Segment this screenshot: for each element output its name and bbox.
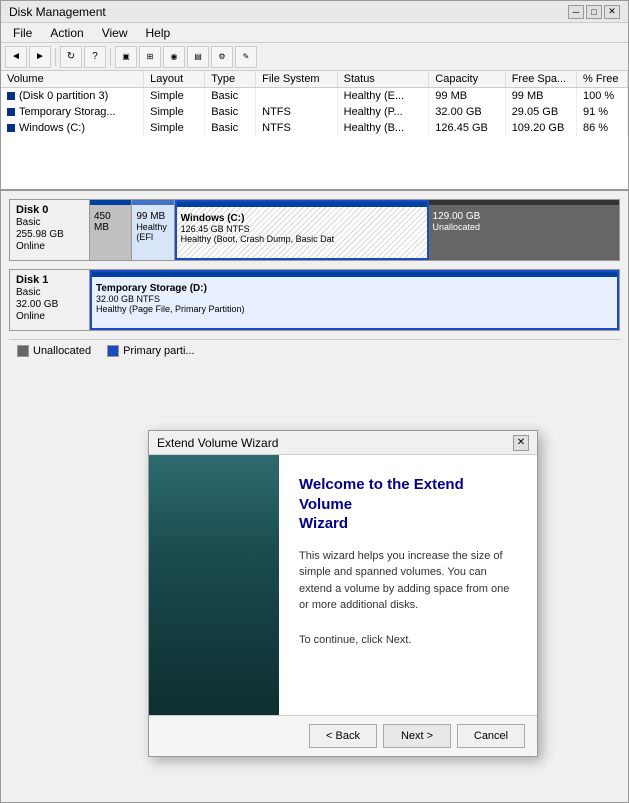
partition-1-0-size: 32.00 GB NTFS [96,294,613,304]
legend-unallocated: Unallocated [17,345,91,357]
dialog-sidebar [149,455,279,715]
cancel-button[interactable]: Cancel [457,724,525,748]
title-bar-controls: ─ □ ✕ [568,5,620,19]
volume-table: Volume Layout Type File System Status Ca… [1,71,628,136]
col-status[interactable]: Status [337,71,429,88]
menu-file[interactable]: File [5,24,40,42]
bar-0-1 [132,200,173,205]
partition-0-3-size: 129.00 GB [433,211,615,222]
col-freespace[interactable]: Free Spa... [505,71,576,88]
dialog-heading: Welcome to the Extend VolumeWizard [299,475,517,534]
action-btn-4[interactable]: ▤ [187,46,209,68]
disk-0-status: Online [16,241,83,252]
volume-icon [7,124,15,132]
col-volume[interactable]: Volume [1,71,144,88]
back-button[interactable]: < Back [309,724,377,748]
refresh-button[interactable]: ↻ [60,46,82,68]
menu-help[interactable]: Help [138,24,179,42]
dialog-content: Welcome to the Extend VolumeWizard This … [279,455,537,715]
volume-icon [7,108,15,116]
help-button[interactable]: ? [84,46,106,68]
disk-0-partition-2[interactable]: Windows (C:) 126.45 GB NTFS Healthy (Boo… [175,200,429,260]
bar-0-3 [429,200,619,205]
col-layout[interactable]: Layout [144,71,205,88]
col-type[interactable]: Type [205,71,256,88]
toolbar-separator-1 [55,48,56,66]
partition-0-3-detail: Unallocated [433,222,615,232]
legend-bar: Unallocated Primary parti... [9,339,620,361]
dialog-continue-text: To continue, click Next. [299,634,517,646]
partition-0-0-size: 450 MB [94,211,127,233]
volume-table-container: Volume Layout Type File System Status Ca… [1,71,628,191]
dialog-title-bar: Extend Volume Wizard ✕ [149,431,537,455]
table-row[interactable]: Temporary Storag... Simple Basic NTFS He… [1,104,628,120]
disk-0-name: Disk 0 [16,204,83,216]
menu-bar: File Action View Help [1,23,628,43]
table-row[interactable]: Windows (C:) Simple Basic NTFS Healthy (… [1,120,628,136]
dialog-close-button[interactable]: ✕ [513,435,529,451]
menu-view[interactable]: View [94,24,136,42]
disk-0-type: Basic [16,217,83,228]
volume-icon [7,92,15,100]
disk-0-size: 255.98 GB [16,229,83,240]
disk-0-partition-0[interactable]: 450 MB [90,200,132,260]
dialog-body: Welcome to the Extend VolumeWizard This … [149,455,537,715]
action-btn-3[interactable]: ◉ [163,46,185,68]
bar-0-0 [90,200,131,205]
legend-primary: Primary parti... [107,345,195,357]
disk-1-info: Disk 1 Basic 32.00 GB Online [10,270,90,330]
table-row[interactable]: (Disk 0 partition 3) Simple Basic Health… [1,88,628,105]
partition-0-1-detail: Healthy (EFI [136,222,169,242]
partition-1-0-detail: Healthy (Page File, Primary Partition) [96,304,613,314]
menu-action[interactable]: Action [42,24,91,42]
partition-0-2-size: 126.45 GB NTFS [181,224,423,234]
disk-0-partition-3[interactable]: 129.00 GB Unallocated [429,200,619,260]
col-capacity[interactable]: Capacity [429,71,505,88]
disk-0-partitions: 450 MB 99 MB Healthy (EFI Windows (C:) 1… [90,200,619,260]
cell-volume-2: Windows (C:) [1,120,144,136]
legend-box-unallocated [17,345,29,357]
forward-button[interactable]: ► [29,46,51,68]
window-title: Disk Management [9,5,106,19]
action-btn-1[interactable]: ▣ [115,46,137,68]
action-btn-2[interactable]: ⊞ [139,46,161,68]
maximize-button[interactable]: □ [586,5,602,19]
next-button[interactable]: Next > [383,724,451,748]
disk-1-size: 32.00 GB [16,299,83,310]
minimize-button[interactable]: ─ [568,5,584,19]
disk-1-type: Basic [16,287,83,298]
dialog-footer: < Back Next > Cancel [149,715,537,756]
action-btn-5[interactable]: ⚙ [211,46,233,68]
disk-1-row: Disk 1 Basic 32.00 GB Online Temporary S… [9,269,620,331]
legend-primary-label: Primary parti... [123,345,195,357]
title-bar: Disk Management ─ □ ✕ [1,1,628,23]
disk-1-partitions: Temporary Storage (D:) 32.00 GB NTFS Hea… [90,270,619,330]
partition-0-2-detail: Healthy (Boot, Crash Dump, Basic Dat [181,234,423,244]
disk-1-status: Online [16,311,83,322]
close-button[interactable]: ✕ [604,5,620,19]
dialog-title: Extend Volume Wizard [157,436,278,450]
legend-box-primary [107,345,119,357]
col-pctfree[interactable]: % Free [576,71,627,88]
cell-volume-1: Temporary Storag... [1,104,144,120]
partition-1-0-name: Temporary Storage (D:) [96,283,613,294]
back-button[interactable]: ◄ [5,46,27,68]
extend-volume-dialog[interactable]: Extend Volume Wizard ✕ Welcome to the Ex… [148,430,538,757]
toolbar: ◄ ► ↻ ? ▣ ⊞ ◉ ▤ ⚙ ✎ [1,43,628,71]
col-filesystem[interactable]: File System [256,71,337,88]
partition-0-2-name: Windows (C:) [181,213,423,224]
disk-0-info: Disk 0 Basic 255.98 GB Online [10,200,90,260]
action-btn-6[interactable]: ✎ [235,46,257,68]
toolbar-separator-2 [110,48,111,66]
partition-0-1-size: 99 MB [136,211,169,222]
disk-0-partition-1[interactable]: 99 MB Healthy (EFI [132,200,174,260]
cell-volume-0: (Disk 0 partition 3) [1,88,144,105]
bar-0-2 [177,202,427,207]
legend-unallocated-label: Unallocated [33,345,91,357]
disk-1-partition-0[interactable]: Temporary Storage (D:) 32.00 GB NTFS Hea… [90,270,619,330]
bar-1-0 [92,272,617,277]
disk-1-name: Disk 1 [16,274,83,286]
disk-0-row: Disk 0 Basic 255.98 GB Online 450 MB 99 … [9,199,620,261]
dialog-description: This wizard helps you increase the size … [299,548,517,614]
